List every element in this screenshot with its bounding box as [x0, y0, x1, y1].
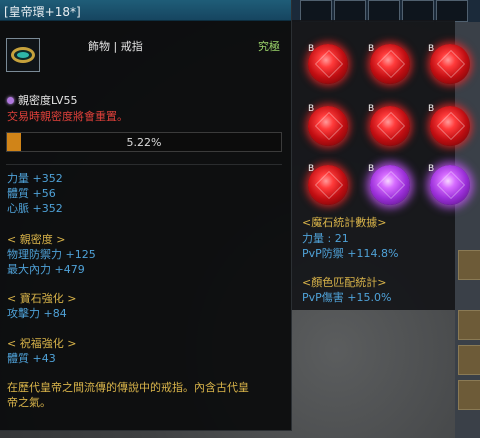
magic-stats-header: <魔石統計數據> — [302, 216, 387, 229]
red-gem-icon — [430, 44, 470, 84]
gem-grade-badge: B — [308, 104, 315, 114]
item-description: 帝之氣。 — [7, 396, 51, 409]
item-tooltip: [皇帝環+18*] 飾物 | 戒指 究極 親密度LV55 交易時親密度將會重置。… — [0, 0, 292, 431]
inventory-item[interactable] — [458, 345, 480, 375]
color-stats-header: <顏色匹配統計> — [302, 276, 387, 289]
divider — [6, 164, 282, 165]
gem-grade-badge: B — [428, 164, 435, 174]
item-grade: 究極 — [258, 40, 280, 53]
gem-grade-badge: B — [308, 44, 315, 54]
inventory-item[interactable] — [458, 310, 480, 340]
magic-stat-line: PvP防禦 +114.8% — [302, 247, 399, 260]
red-gem-icon — [370, 106, 410, 146]
color-stat-line: PvP傷害 +15.0% — [302, 291, 392, 304]
red-gem-icon — [430, 106, 470, 146]
gem-socket-panel: B B B B B B B B B <魔石統計數據> 力量 : 21 PvP防禦… — [292, 20, 470, 310]
bond-stat-line: 最大內力 +479 — [7, 263, 85, 276]
bless-stat-line: 體質 +43 — [7, 352, 56, 365]
gem-grade-badge: B — [308, 164, 315, 174]
bond-section-header: < 親密度 > — [7, 233, 66, 246]
ring-icon — [6, 38, 40, 72]
red-gem-icon — [370, 44, 410, 84]
gem-grade-badge: B — [368, 164, 375, 174]
inventory-item[interactable] — [458, 250, 480, 280]
gem-grade-badge: B — [428, 44, 435, 54]
hotbar-slot[interactable] — [402, 0, 434, 22]
magic-stat-line: 力量 : 21 — [302, 232, 349, 245]
bless-section-header: < 祝福強化 > — [7, 337, 77, 350]
bond-stat-line: 物理防禦力 +125 — [7, 248, 96, 261]
hotbar-slot[interactable] — [436, 0, 468, 22]
hotbar-slot[interactable] — [334, 0, 366, 22]
item-description: 在歷代皇帝之間流傳的傳說中的戒指。內含古代皇 — [7, 381, 249, 394]
gem-grade-badge: B — [368, 44, 375, 54]
item-category: 飾物 | 戒指 — [88, 40, 143, 53]
stat-line: 體質 +56 — [7, 187, 56, 200]
inventory-item[interactable] — [458, 380, 480, 410]
item-name: [皇帝環+18*] — [4, 5, 81, 19]
bond-level-label: 親密度LV55 — [18, 94, 78, 107]
side-panel — [455, 22, 480, 438]
tooltip-title-bar: [皇帝環+18*] — [0, 0, 291, 21]
bond-progress-bar: 5.22% — [6, 132, 282, 152]
gem-stat-line: 攻擊力 +84 — [7, 307, 67, 320]
bond-level-icon — [7, 97, 14, 104]
hotbar-slot[interactable] — [368, 0, 400, 22]
hotbar-slot[interactable] — [300, 0, 332, 22]
purple-gem-icon — [370, 165, 410, 205]
trade-warning: 交易時親密度將會重置。 — [7, 110, 128, 123]
gem-grade-badge: B — [428, 104, 435, 114]
stat-line: 心脈 +352 — [7, 202, 63, 215]
gem-grade-badge: B — [368, 104, 375, 114]
stat-line: 力量 +352 — [7, 172, 63, 185]
progress-text: 5.22% — [126, 136, 162, 149]
purple-gem-icon — [430, 165, 470, 205]
gem-section-header: < 寶石強化 > — [7, 292, 77, 305]
